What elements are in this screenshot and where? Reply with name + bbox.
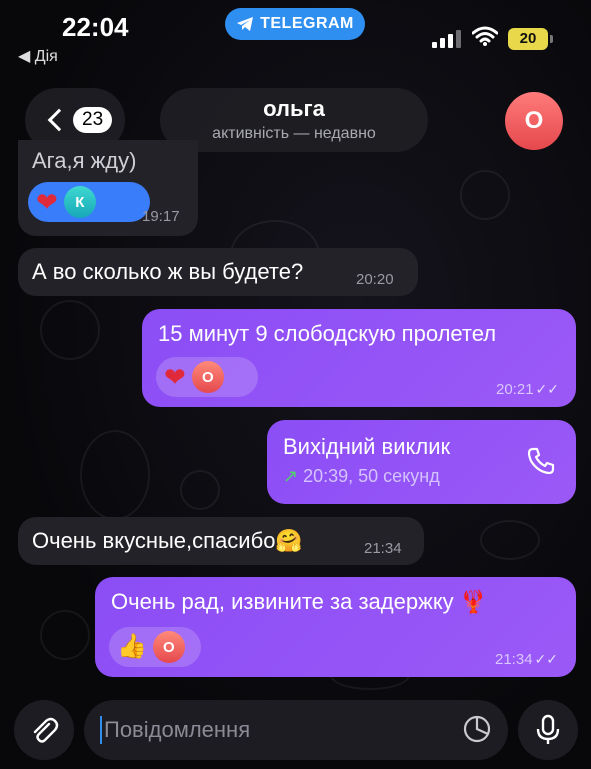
microphone-icon	[536, 714, 560, 744]
message-outgoing[interactable]: 15 минут 9 слободскую пролетел ❤ О 20:21…	[142, 309, 576, 407]
message-time-text: 21:34	[495, 651, 533, 668]
wifi-icon	[472, 26, 498, 46]
message-incoming[interactable]: Очень вкусные,спасибо🤗 21:34	[18, 517, 424, 565]
call-detail-text: 20:39, 50 секунд	[303, 466, 440, 486]
message-incoming[interactable]: А во сколько ж вы будете? 20:20	[18, 248, 418, 296]
telegram-pill[interactable]: TELEGRAM	[225, 8, 365, 40]
back-to-app-link[interactable]: ◀ Дія	[18, 46, 58, 66]
message-time: 19:17	[142, 208, 180, 225]
contact-status: активність — недавно	[212, 125, 376, 142]
message-text: Очень рад, извините за задержку 🦞	[111, 589, 488, 614]
read-ticks-icon: ✓✓	[535, 381, 560, 397]
battery-icon: 20	[508, 28, 553, 50]
reaction-avatar: К	[63, 186, 96, 218]
heart-icon: ❤	[36, 187, 58, 217]
thumbs-up-icon: 👍	[117, 633, 147, 660]
read-ticks-icon: ✓✓	[534, 651, 559, 667]
message-text: А во сколько ж вы будете?	[32, 259, 304, 284]
text-caret	[100, 716, 102, 744]
reaction-row[interactable]: ❤ О	[156, 357, 258, 397]
heart-icon: ❤	[164, 362, 186, 392]
chevron-left-icon	[47, 108, 71, 132]
telegram-label: TELEGRAM	[260, 15, 354, 32]
reaction-avatar: О	[152, 631, 185, 663]
attach-button[interactable]	[14, 700, 74, 760]
message-time: 21:34 ✓✓	[495, 651, 558, 668]
chat-title[interactable]: ольга активність — недавно	[160, 88, 428, 152]
microphone-button[interactable]	[518, 700, 578, 760]
message-input-placeholder: Повідомлення	[104, 717, 251, 742]
phone-icon[interactable]	[526, 446, 556, 476]
signal-icon	[432, 30, 462, 48]
message-time-text: 20:21	[496, 381, 534, 398]
contact-avatar[interactable]: О	[505, 92, 563, 150]
message-input[interactable]: Повідомлення	[84, 700, 508, 760]
contact-name: ольга	[263, 96, 325, 121]
reaction-row[interactable]: ❤ К	[28, 182, 150, 222]
reaction-avatar: О	[191, 361, 224, 393]
outgoing-call-message[interactable]: Вихідний виклик ↗ 20:39, 50 секунд	[267, 420, 576, 504]
message-outgoing[interactable]: Очень рад, извините за задержку 🦞 👍 О 21…	[95, 577, 576, 677]
reaction-row[interactable]: 👍 О	[109, 627, 201, 667]
status-bar: 22:04 ◀ Дія TELEGRAM 20	[0, 0, 591, 70]
attach-icon	[33, 717, 59, 743]
message-time: 20:20	[356, 271, 394, 288]
call-title: Вихідний виклик	[283, 434, 451, 459]
call-detail: ↗ 20:39, 50 секунд	[283, 466, 450, 487]
message-time: 21:34	[364, 540, 402, 557]
message-time: 20:21 ✓✓	[496, 381, 559, 398]
outgoing-call-arrow-icon: ↗	[283, 466, 299, 486]
message-incoming[interactable]: Ага,я жду) ❤ К 19:17	[18, 140, 198, 236]
message-text: Очень вкусные,спасибо🤗	[32, 528, 303, 553]
unread-count-badge: 23	[73, 107, 113, 133]
message-text: Ага,я жду)	[32, 148, 137, 173]
telegram-icon	[237, 17, 254, 31]
clock: 22:04	[62, 12, 129, 42]
sticker-icon[interactable]	[462, 714, 492, 744]
message-text: 15 минут 9 слободскую пролетел	[158, 321, 497, 346]
